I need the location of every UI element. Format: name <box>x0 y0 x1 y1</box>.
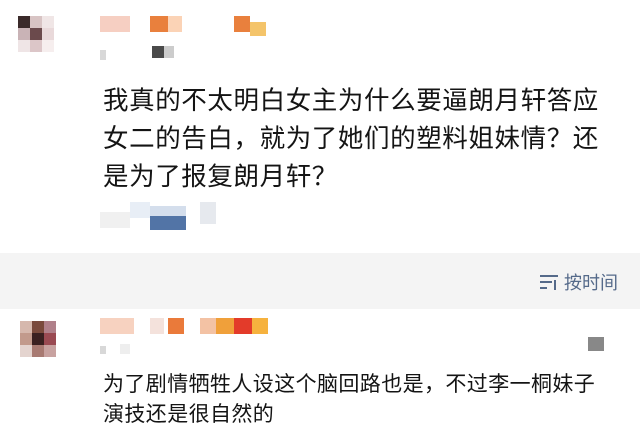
post-text: 我真的不太明白女主为什么要逼朗月轩答应女二的告白，就为了她们的塑料姐妹情？还是为… <box>103 86 599 192</box>
comment-meta <box>100 342 160 358</box>
post-actions[interactable] <box>100 202 220 232</box>
post-username[interactable] <box>100 16 290 42</box>
comment-text: 为了剧情牺牲人设这个脑回路也是，不过李一桐妹子演技还是很自然的 <box>103 372 596 426</box>
post-avatar[interactable] <box>18 16 54 52</box>
post-card: 我真的不太明白女主为什么要逼朗月轩答应女二的告白，就为了她们的塑料姐妹情？还是为… <box>0 0 640 253</box>
comment-avatar[interactable] <box>20 321 56 357</box>
sort-by-time-button[interactable]: 按时间 <box>539 269 618 295</box>
comment-username[interactable] <box>100 318 270 338</box>
sort-lines-icon <box>540 275 558 290</box>
sort-label: 按时间 <box>564 273 618 294</box>
more-icon[interactable] <box>588 337 604 351</box>
post-meta <box>100 46 180 66</box>
